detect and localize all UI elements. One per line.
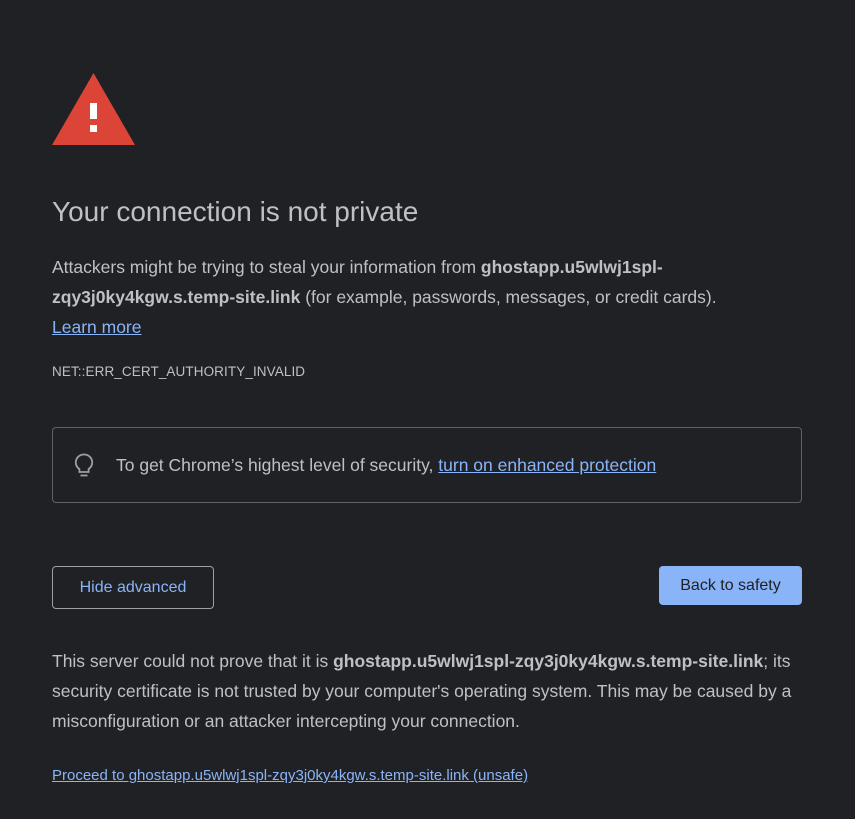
details-prefix: This server could not prove that it is	[52, 651, 334, 671]
details-paragraph: This server could not prove that it is g…	[52, 646, 812, 736]
details-host: ghostapp.u5wlwj1spl-zqy3j0ky4kgw.s.temp-…	[333, 651, 764, 671]
enhanced-protection-link[interactable]: turn on enhanced protection	[438, 455, 656, 475]
intro-suffix: (for example, passwords, messages, or cr…	[300, 287, 717, 307]
enhanced-prefix: To get Chrome’s highest level of securit…	[116, 455, 439, 475]
proceed-unsafe-link[interactable]: Proceed to ghostapp.u5wlwj1spl-zqy3j0ky4…	[52, 766, 528, 786]
lightbulb-icon	[74, 453, 94, 477]
enhanced-protection-box: To get Chrome’s highest level of securit…	[52, 427, 802, 503]
warning-triangle-icon	[52, 73, 135, 145]
page-title: Your connection is not private	[52, 196, 419, 227]
intro-paragraph: Attackers might be trying to steal your …	[52, 252, 792, 342]
hide-advanced-button[interactable]: Hide advanced	[52, 566, 214, 609]
intro-prefix: Attackers might be trying to steal your …	[52, 257, 481, 277]
back-to-safety-button[interactable]: Back to safety	[659, 566, 802, 605]
enhanced-protection-text: To get Chrome’s highest level of securit…	[116, 452, 656, 478]
learn-more-link[interactable]: Learn more	[52, 317, 142, 337]
error-code: NET::ERR_CERT_AUTHORITY_INVALID	[52, 364, 306, 379]
